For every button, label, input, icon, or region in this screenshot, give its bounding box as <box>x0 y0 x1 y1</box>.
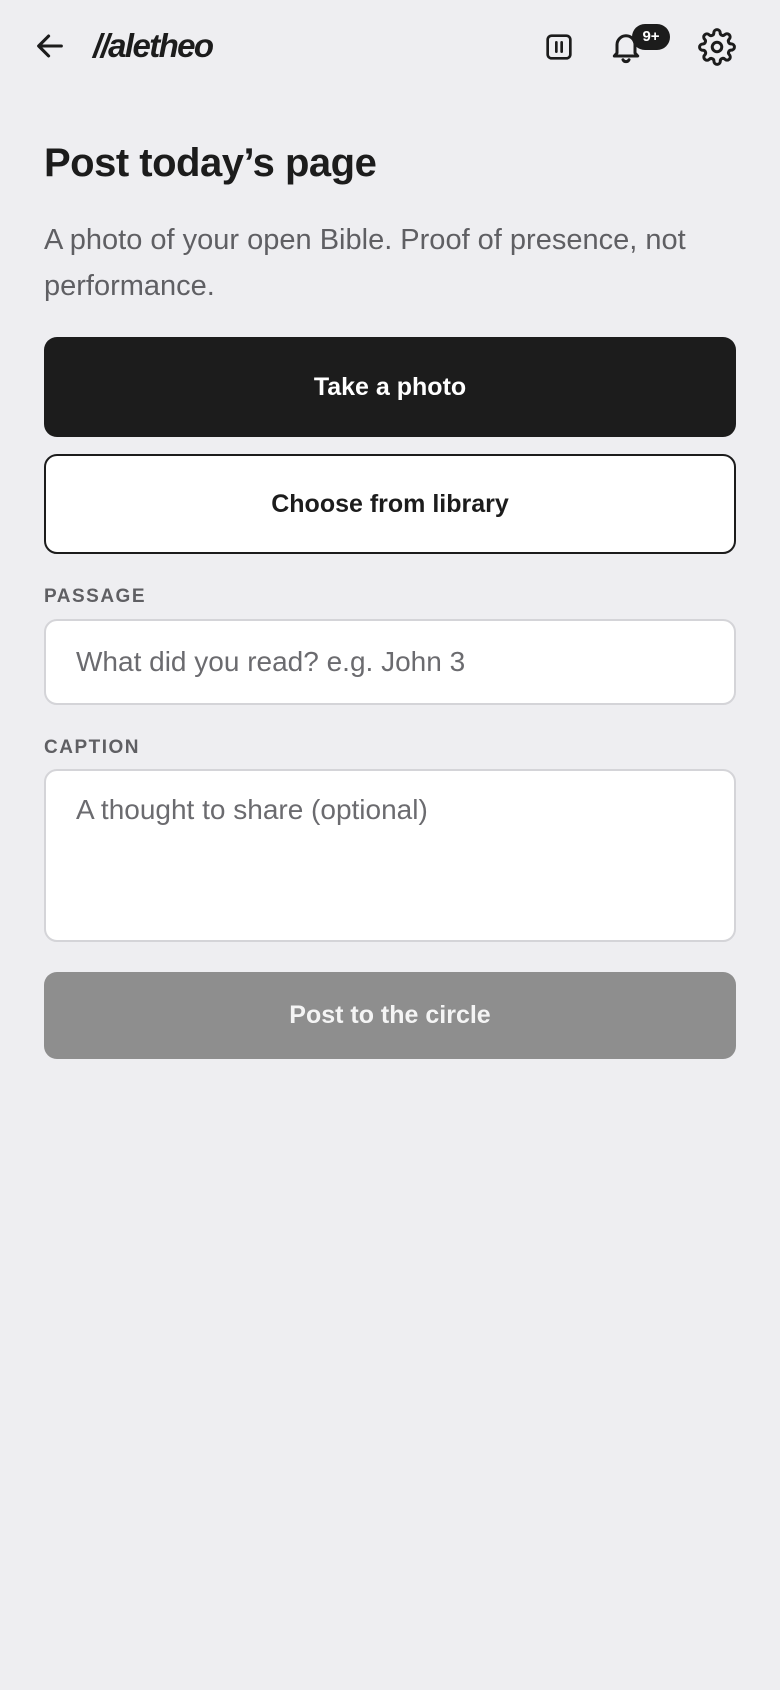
pause-icon <box>546 34 572 60</box>
caption-input[interactable] <box>44 769 736 942</box>
page-title: Post today’s page <box>44 141 377 185</box>
arrow-left-icon <box>37 34 63 58</box>
top-bar: //aletheo 9+ <box>0 0 780 96</box>
take-photo-button[interactable]: Take a photo <box>44 337 736 437</box>
caption-label: CAPTION <box>44 737 140 758</box>
choose-from-library-button[interactable]: Choose from library <box>44 454 736 554</box>
post-to-circle-button[interactable]: Post to the circle <box>44 972 736 1059</box>
page-subtitle: A photo of your open Bible. Proof of pre… <box>44 224 686 302</box>
post-page: //aletheo 9+ Post today’s page A photo o… <box>0 0 780 1690</box>
gear-icon <box>698 28 736 66</box>
settings-button[interactable] <box>694 24 740 70</box>
back-button[interactable] <box>28 24 72 68</box>
passage-input[interactable] <box>44 619 736 705</box>
pause-button[interactable] <box>536 24 582 70</box>
passage-label: PASSAGE <box>44 586 147 607</box>
app-logo: //aletheo <box>93 27 214 64</box>
notification-badge: 9+ <box>632 24 670 50</box>
